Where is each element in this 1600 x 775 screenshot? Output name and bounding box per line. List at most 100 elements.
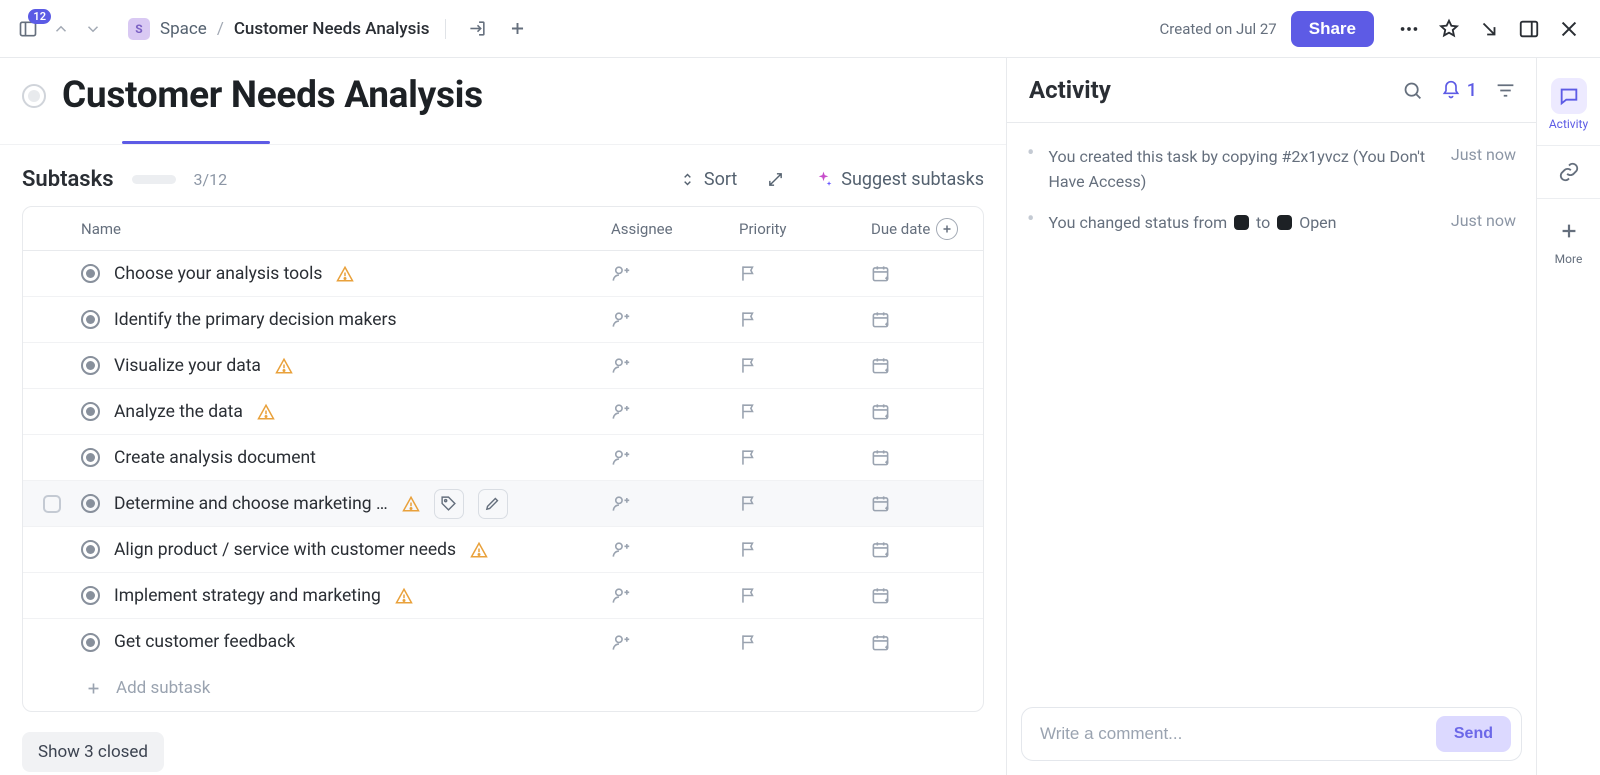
nav-forward-button[interactable] (80, 16, 106, 42)
due-cell[interactable] (861, 586, 983, 605)
add-column-button[interactable] (936, 218, 958, 240)
status-dot[interactable] (81, 310, 100, 329)
more-menu-button[interactable] (1392, 12, 1426, 46)
rail-link[interactable] (1537, 145, 1600, 199)
assignee-cell[interactable] (601, 540, 729, 559)
table-header: Name Assignee Priority Due date (23, 207, 983, 251)
person-add-icon (611, 264, 630, 283)
due-cell[interactable] (861, 540, 983, 559)
due-cell[interactable] (861, 448, 983, 467)
assignee-cell[interactable] (601, 264, 729, 283)
warning-icon (257, 403, 275, 421)
priority-cell[interactable] (729, 494, 861, 513)
table-row[interactable]: Choose your analysis tools (23, 251, 983, 297)
show-closed-button[interactable]: Show 3 closed (22, 732, 164, 772)
assignee-cell[interactable] (601, 633, 729, 652)
assignee-cell[interactable] (601, 586, 729, 605)
table-row[interactable]: Determine and choose marketing … (23, 481, 983, 527)
table-row[interactable]: Identify the primary decision makers (23, 297, 983, 343)
tag-button[interactable] (434, 489, 464, 519)
table-row[interactable]: Analyze the data (23, 389, 983, 435)
row-checkbox[interactable] (43, 495, 61, 513)
activity-text: You changed status from to Open (1048, 211, 1436, 236)
col-due[interactable]: Due date (861, 218, 983, 240)
space-chip[interactable]: S (128, 18, 150, 40)
add-button[interactable] (502, 14, 532, 44)
due-cell[interactable] (861, 356, 983, 375)
move-task-button[interactable] (462, 14, 492, 44)
add-subtask-row[interactable]: Add subtask (23, 665, 983, 711)
comment-input[interactable] (1040, 724, 1426, 744)
status-dot[interactable] (81, 448, 100, 467)
assignee-cell[interactable] (601, 356, 729, 375)
close-button[interactable] (1552, 12, 1586, 46)
priority-cell[interactable] (729, 540, 861, 559)
assignee-cell[interactable] (601, 402, 729, 421)
status-dot[interactable] (81, 633, 100, 652)
nav-back-button[interactable] (48, 16, 74, 42)
notifications-button[interactable]: 1 (1441, 80, 1477, 101)
plus-icon (941, 223, 953, 235)
task-status-bubble[interactable] (22, 84, 46, 108)
table-row[interactable]: Visualize your data (23, 343, 983, 389)
share-button[interactable]: Share (1291, 11, 1374, 47)
panel-toggle-button[interactable] (1512, 12, 1546, 46)
suggest-subtasks-button[interactable]: Suggest subtasks (814, 169, 984, 190)
due-cell[interactable] (861, 310, 983, 329)
breadcrumb-current[interactable]: Customer Needs Analysis (234, 19, 430, 39)
status-dot[interactable] (81, 494, 100, 513)
priority-cell[interactable] (729, 264, 861, 283)
status-dot[interactable] (81, 586, 100, 605)
priority-cell[interactable] (729, 448, 861, 467)
table-row[interactable]: Align product / service with customer ne… (23, 527, 983, 573)
priority-cell[interactable] (729, 310, 861, 329)
bell-icon (1441, 80, 1461, 100)
search-icon (1402, 80, 1423, 101)
status-dot[interactable] (81, 356, 100, 375)
due-cell[interactable] (861, 402, 983, 421)
expand-button[interactable] (767, 171, 784, 188)
activity-filter-button[interactable] (1495, 80, 1516, 101)
created-on-label[interactable]: Created on Jul 27 (1160, 20, 1277, 38)
table-row[interactable]: Implement strategy and marketing (23, 573, 983, 619)
page-title[interactable]: Customer Needs Analysis (62, 74, 483, 117)
due-cell[interactable] (861, 633, 983, 652)
activity-panel: Activity 1 •You created this task by cop… (1006, 58, 1536, 775)
favorite-button[interactable] (1432, 12, 1466, 46)
table-row[interactable]: Create analysis document (23, 435, 983, 481)
person-add-icon (611, 494, 630, 513)
flag-icon (739, 586, 758, 605)
status-dot[interactable] (81, 264, 100, 283)
due-cell[interactable] (861, 264, 983, 283)
send-button[interactable]: Send (1436, 716, 1511, 752)
collapse-button[interactable] (1472, 12, 1506, 46)
assignee-cell[interactable] (601, 310, 729, 329)
priority-cell[interactable] (729, 356, 861, 375)
rail-activity-label: Activity (1549, 117, 1588, 131)
breadcrumb-space[interactable]: Space (160, 19, 207, 39)
toggle-sidebar-button[interactable]: 12 (14, 15, 42, 43)
priority-cell[interactable] (729, 633, 861, 652)
due-cell[interactable] (861, 494, 983, 513)
col-assignee[interactable]: Assignee (601, 220, 729, 238)
sort-button[interactable]: Sort (679, 169, 737, 190)
activity-search-button[interactable] (1402, 80, 1423, 101)
rename-button[interactable] (478, 489, 508, 519)
rail-more-label: More (1555, 252, 1583, 266)
priority-cell[interactable] (729, 586, 861, 605)
table-row[interactable]: Get customer feedback (23, 619, 983, 665)
assignee-cell[interactable] (601, 448, 729, 467)
calendar-add-icon (871, 586, 890, 605)
status-dot[interactable] (81, 540, 100, 559)
priority-cell[interactable] (729, 402, 861, 421)
tag-icon (440, 495, 457, 512)
col-priority[interactable]: Priority (729, 220, 861, 238)
col-name[interactable]: Name (81, 220, 601, 238)
filter-icon (1495, 80, 1516, 101)
task-name: Choose your analysis tools (114, 264, 322, 284)
status-dot[interactable] (81, 402, 100, 421)
assignee-cell[interactable] (601, 494, 729, 513)
flag-icon (739, 633, 758, 652)
rail-activity[interactable]: Activity (1537, 70, 1600, 139)
rail-more[interactable]: More (1537, 205, 1600, 274)
